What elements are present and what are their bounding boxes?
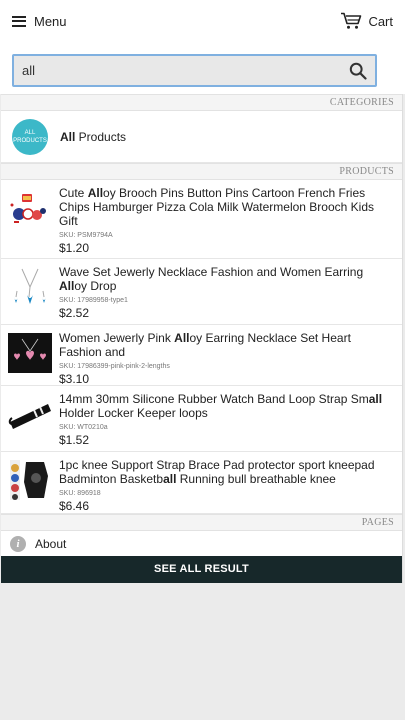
product-name-match: all — [163, 472, 177, 486]
product-thumbnail — [8, 458, 52, 502]
product-thumbnail — [8, 392, 52, 436]
search-suggestions: CATEGORIES ALL PRODUCTS All Products PRO… — [1, 94, 403, 583]
product-name: 14mm 30mm Silicone Rubber Watch Band Loo… — [59, 392, 394, 420]
product-name-match: All — [87, 186, 104, 200]
category-rest: Products — [75, 129, 127, 144]
product-thumbnail — [8, 186, 52, 230]
pages-header: PAGES — [1, 514, 402, 531]
badge-line-1: ALL — [24, 129, 36, 136]
product-sku: SKU: WT0210a — [59, 424, 108, 431]
product-name: Cute Alloy Brooch Pins Button Pins Carto… — [59, 186, 394, 228]
product-name-before: 14mm 30mm Silicone Rubber Watch Band Loo… — [59, 392, 369, 406]
hamburger-icon — [12, 15, 26, 27]
product-name-before: Wave Set Jewerly Necklace Fashion and Wo… — [59, 265, 364, 279]
product-name-before: Women Jewerly Pink — [59, 331, 175, 345]
category-label: All Products — [60, 130, 126, 144]
see-all-result-button[interactable]: SEE ALL RESULT — [1, 556, 402, 583]
product-item[interactable]: Women Jewerly Pink Alloy Earring Necklac… — [1, 325, 402, 386]
product-price: $1.52 — [59, 433, 90, 447]
product-name-match: All — [174, 331, 190, 345]
product-name-match: all — [368, 392, 383, 406]
search-input[interactable] — [22, 63, 349, 78]
product-thumbnail — [8, 265, 52, 309]
product-name: Women Jewerly Pink Alloy Earring Necklac… — [59, 331, 394, 359]
search-icon[interactable] — [349, 62, 367, 80]
top-header: Menu Cart — [0, 0, 405, 42]
all-products-badge: ALL PRODUCTS — [12, 118, 48, 155]
product-price: $6.46 — [59, 499, 90, 513]
category-all-products[interactable]: ALL PRODUCTS All Products — [1, 111, 402, 163]
menu-label: Menu — [34, 13, 67, 29]
product-sku: SKU: 17989958-type1 — [59, 297, 128, 304]
product-item[interactable]: 14mm 30mm Silicone Rubber Watch Band Loo… — [1, 386, 402, 452]
cart-button[interactable]: Cart — [340, 12, 393, 30]
product-name-after: Holder Locker Keeper loops — [59, 406, 208, 420]
about-label: About — [35, 536, 67, 551]
product-price: $1.20 — [59, 241, 90, 255]
search-bar — [0, 42, 405, 94]
product-name-before: Cute — [59, 186, 88, 200]
product-name: Wave Set Jewerly Necklace Fashion and Wo… — [59, 265, 394, 293]
products-header: PRODUCTS — [1, 163, 402, 180]
product-sku: SKU: PSM9794A — [59, 232, 113, 239]
badge-line-2: PRODUCTS — [13, 137, 47, 144]
product-name-after: Running bull breathable knee — [176, 472, 336, 486]
product-thumbnail — [8, 331, 52, 375]
product-sku: SKU: 17986399-pink-pink-2-lengths — [59, 363, 170, 370]
search-box — [12, 54, 377, 87]
page-about[interactable]: i About — [1, 531, 402, 556]
info-icon: i — [10, 535, 26, 552]
product-item[interactable]: 1pc knee Support Strap Brace Pad protect… — [1, 452, 402, 514]
product-name: 1pc knee Support Strap Brace Pad protect… — [59, 458, 394, 486]
product-name-after: oy Brooch Pins Button Pins Cartoon Frenc… — [59, 186, 374, 228]
product-item[interactable]: Wave Set Jewerly Necklace Fashion and Wo… — [1, 259, 402, 325]
product-name-match: All — [59, 279, 75, 293]
product-item[interactable]: Cute Alloy Brooch Pins Button Pins Carto… — [1, 180, 402, 259]
menu-button[interactable]: Menu — [12, 14, 67, 29]
cart-label: Cart — [368, 13, 393, 29]
product-price: $2.52 — [59, 306, 90, 320]
product-name-after: oy Drop — [74, 279, 117, 293]
cart-icon — [341, 12, 362, 29]
category-match: All — [60, 129, 76, 144]
categories-header: CATEGORIES — [1, 94, 402, 111]
product-sku: SKU: 896918 — [59, 490, 101, 497]
product-price: $3.10 — [59, 372, 90, 386]
